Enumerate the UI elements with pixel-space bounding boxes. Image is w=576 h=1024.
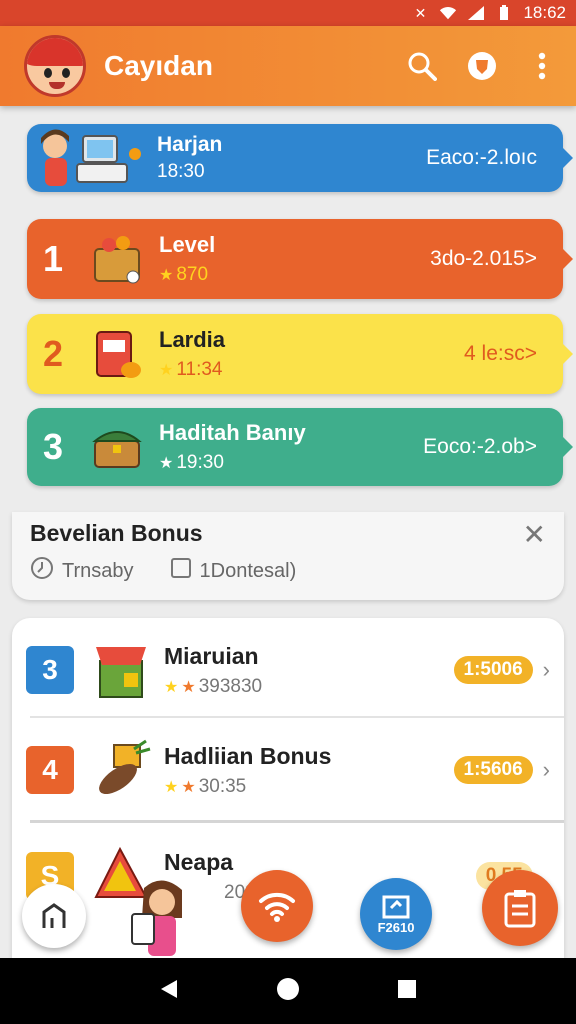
basket-illustration [89, 231, 145, 287]
star-icon: ★ [164, 678, 179, 696]
search-icon[interactable] [402, 46, 442, 86]
star-icon: ★ [181, 678, 196, 696]
card-notch [563, 249, 573, 269]
list-title: Hadliian Bonus [164, 742, 332, 769]
card-value: 4 le:sc> [464, 342, 537, 365]
card-value: 3do-2.015> [430, 247, 537, 270]
featured-title: Harjan [157, 133, 223, 156]
signal-icon [467, 5, 485, 21]
list-item[interactable]: 3 Miaruian ★ ★ 393830 1:5006 › [12, 618, 564, 722]
star-icon: ★ [159, 267, 174, 284]
app-bar: Cayıdan [0, 26, 576, 106]
app-title: Cayıdan [104, 50, 213, 81]
back-icon[interactable] [159, 978, 179, 1005]
clock-icon [30, 556, 54, 586]
rank-card-2[interactable]: 2 Lardia ★ 11:34 4 le:sc> [27, 314, 573, 394]
card-subtitle: 11:34 [176, 359, 223, 380]
status-time: 18:62 [523, 3, 566, 22]
computer-character-illustration [35, 126, 147, 190]
star-icon: ★ [159, 455, 174, 472]
card-notch [563, 344, 573, 364]
list-item[interactable]: 4 Hadliian Bonus ★ ★ 30:35 1:5606 › [12, 718, 564, 822]
chevron-right-icon[interactable]: › [543, 657, 550, 683]
checkbox-icon [170, 557, 192, 585]
chip-label: Trnsaby [62, 559, 134, 582]
card-notch [563, 148, 573, 168]
scan-label: F2610 [377, 919, 415, 935]
rank-card-1[interactable]: 1 Level ★ 870 3do-2.015> [27, 219, 573, 299]
close-icon[interactable]: ✕ [523, 518, 546, 551]
rank-number: 3 [42, 426, 64, 467]
notification-mute-icon: ✕ [414, 4, 427, 21]
home-button[interactable] [22, 884, 86, 948]
list-title: Miaruian [164, 642, 259, 669]
list-subtitle: 393830 [198, 675, 263, 697]
shield-icon[interactable] [462, 46, 502, 86]
list-badge: 3 [26, 646, 74, 694]
system-navigation-bar [0, 958, 576, 1024]
scan-button[interactable]: F2610 [360, 878, 432, 950]
bonus-title: Bevelian Bonus [30, 520, 203, 546]
card-title: Lardia [159, 327, 226, 352]
card-subtitle: 870 [176, 264, 209, 285]
status-bar: ✕ 18:62 [0, 0, 576, 26]
app-logo [24, 35, 86, 97]
filter-chip-transaction[interactable]: Trnsaby [30, 556, 134, 586]
character-illustration [130, 878, 194, 958]
battery-icon [495, 5, 513, 21]
snack-box-illustration [89, 326, 145, 382]
list-badge: 4 [26, 746, 74, 794]
card-subtitle: 19:30 [176, 452, 224, 473]
wifi-icon [439, 5, 457, 21]
card-title: Level [159, 232, 216, 257]
snack-bag-illustration [90, 639, 152, 701]
clipboard-icon [504, 890, 536, 928]
star-icon: ★ [159, 362, 174, 379]
card-value: Eoco:-2.ob> [423, 435, 537, 458]
featured-time: 18:30 [157, 161, 205, 182]
price-pill: 1:5006 [453, 656, 533, 684]
yam-illustration [90, 739, 152, 801]
rank-card-3[interactable]: 3 Haditah Banıy ★ 19:30 Eoco:-2.ob> [27, 408, 573, 486]
star-icon: ★ [164, 778, 179, 796]
filter-chip-details[interactable]: 1Dontesal) [170, 557, 297, 585]
chip-label: 1Dontesal) [199, 559, 297, 582]
home-nav-icon[interactable] [276, 977, 300, 1006]
clipboard-button[interactable] [482, 870, 558, 946]
bonus-panel: Bevelian Bonus ✕ Trnsaby 1Dontesal) [12, 512, 564, 600]
rank-number: 2 [42, 333, 64, 374]
chevron-right-icon[interactable]: › [543, 757, 550, 783]
divider [30, 820, 564, 823]
price-pill: 1:5606 [453, 756, 533, 784]
scan-icon [382, 895, 410, 918]
list-subtitle: 30:35 [198, 775, 247, 797]
more-options-icon[interactable] [522, 46, 562, 86]
featured-value: Eaco:-2.loıc [426, 146, 537, 169]
rank-number: 1 [42, 238, 64, 279]
card-title: Haditah Banıy [159, 420, 306, 445]
featured-card[interactable]: Harjan 18:30 Eaco:-2.loıc [27, 124, 573, 192]
treasure-chest-illustration [89, 419, 145, 475]
list-title: Neapa [164, 848, 234, 875]
card-notch [563, 437, 573, 457]
recents-icon[interactable] [397, 979, 417, 1004]
star-icon: ★ [181, 778, 196, 796]
wifi-button[interactable] [241, 870, 313, 942]
